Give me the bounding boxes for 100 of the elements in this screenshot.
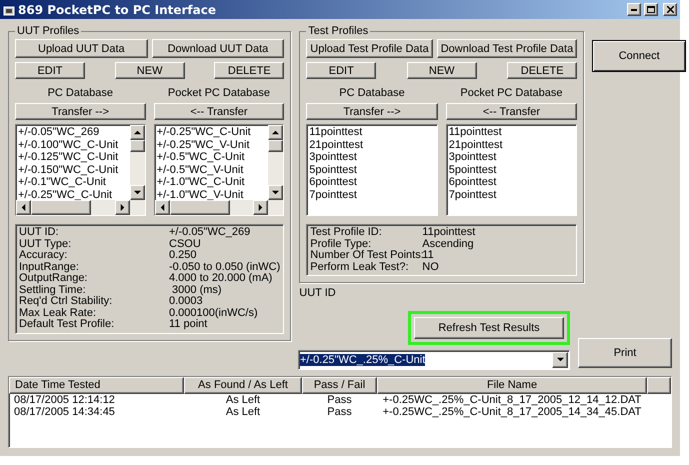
- detail-label: Max Leak Rate:: [19, 308, 98, 319]
- list-item[interactable]: +/-0.5"WC_V-Unit: [156, 164, 266, 176]
- left-arrow-icon: [158, 204, 166, 211]
- vertical-scrollbar[interactable]: [130, 125, 145, 200]
- list-item[interactable]: +/-0.125"WC_C-Unit: [18, 151, 128, 164]
- upload-button[interactable]: Upload UUT Data: [15, 39, 148, 58]
- detail-value: CSOU: [169, 238, 202, 250]
- download-button[interactable]: Download Test Profile Data: [436, 39, 578, 58]
- detail-value: -0.050 to 0.050 (inWC): [169, 262, 280, 273]
- right-arrow-icon: [118, 204, 126, 211]
- list-item[interactable]: +/-1.0"WC_V-Unit: [156, 188, 266, 200]
- detail-value: 0.0003: [169, 296, 203, 308]
- detail-label: Default Test Profile:: [19, 319, 116, 330]
- connect-button[interactable]: Connect: [592, 40, 686, 72]
- detail-value: 3000 (ms): [172, 284, 223, 296]
- scroll-thumb[interactable]: [268, 140, 284, 152]
- horizontal-scrollbar[interactable]: [154, 200, 284, 215]
- print-button[interactable]: Print: [578, 338, 672, 368]
- detail-label: Number Of Test Points:: [310, 250, 422, 262]
- column-header[interactable]: Date Time Tested: [9, 376, 184, 394]
- list-item[interactable]: 6pointtest: [309, 176, 435, 188]
- download-button[interactable]: Download UUT Data: [152, 39, 284, 58]
- list-item[interactable]: 6pointtest: [448, 176, 574, 188]
- scroll-thumb[interactable]: [170, 200, 230, 215]
- up-arrow-icon: [272, 129, 280, 136]
- action-button[interactable]: EDIT: [15, 62, 85, 79]
- detail-label: Settling Time:: [19, 284, 87, 296]
- list-item[interactable]: +/-0.05"WC_269: [18, 126, 128, 138]
- list-box[interactable]: 11pointtest 21pointtest 3pointtest 5pointtest 6pointtest 7pointtest: [446, 124, 578, 216]
- list-item[interactable]: 11pointtest: [448, 126, 574, 138]
- detail-value: NO: [422, 262, 440, 273]
- list-box[interactable]: +/-0.05"WC_269 +/-0.100"WC_C-Unit +/-0.125"WC_C-Unit +/-0.150"WC_C-Unit +/-0.1"WC_C-Unit +/-0.25"WC_C-Unit: [15, 124, 146, 216]
- list-item[interactable]: +/-1.0"WC_C-Unit: [156, 176, 266, 188]
- window-title: 869 PocketPC to PC Interface: [18, 2, 217, 16]
- table-cell-text: Pass: [326, 406, 353, 418]
- down-arrow-icon: [134, 189, 141, 196]
- app-icon: [3, 4, 15, 16]
- table-cell-text: Pass: [326, 394, 353, 406]
- list-item[interactable]: +/-0.25"WC_C-Unit: [18, 188, 128, 200]
- table-cell-text: As Left: [224, 394, 262, 406]
- action-button[interactable]: DELETE: [507, 62, 578, 79]
- list-item[interactable]: +/-0.25"WC_C-Unit: [156, 126, 266, 138]
- transfer-button[interactable]: <-- Transfer: [154, 103, 284, 120]
- maximize-icon: [647, 6, 655, 13]
- table-cell-text: As Left: [224, 406, 262, 418]
- detail-value: 0.250: [169, 250, 198, 262]
- detail-value: 11pointtest: [422, 227, 476, 238]
- list-item[interactable]: 5pointtest: [309, 164, 435, 176]
- list-item[interactable]: 3pointtest: [448, 151, 574, 164]
- table-cell-text: 08/17/2005 12:14:12: [13, 394, 116, 406]
- detail-label: Test Profile ID:: [310, 227, 383, 238]
- list-item[interactable]: +/-0.150"WC_C-Unit: [18, 164, 128, 176]
- table-cell-text: +-0.25WC_.25%_C-Unit_8_17_2005_14_34_45.DAT: [382, 406, 642, 418]
- list-item[interactable]: +/-0.1"WC_C-Unit: [18, 176, 128, 188]
- refresh-button[interactable]: Refresh Test Results: [414, 316, 564, 338]
- list-item[interactable]: 21pointtest: [448, 138, 574, 151]
- transfer-button[interactable]: Transfer -->: [306, 103, 438, 120]
- column-header[interactable]: File Name: [377, 376, 647, 394]
- close-button[interactable]: [663, 3, 677, 16]
- close-icon: [666, 6, 674, 13]
- list-item[interactable]: 21pointtest: [309, 138, 435, 151]
- list-item[interactable]: 5pointtest: [448, 164, 574, 176]
- upload-button[interactable]: Upload Test Profile Data: [306, 39, 433, 58]
- list-box[interactable]: +/-0.25"WC_C-Unit +/-0.25"WC_V-Unit +/-0.5"WC_C-Unit +/-0.5"WC_V-Unit +/-1.0"WC_C-Unit +/-1.0"WC_V-Unit: [154, 124, 284, 216]
- detail-value: 4.000 to 20.000 (mA): [169, 273, 272, 284]
- action-button[interactable]: NEW: [114, 62, 185, 79]
- action-button[interactable]: NEW: [406, 62, 477, 79]
- list-item[interactable]: +/-0.5"WC_C-Unit: [156, 151, 266, 164]
- detail-label: Profile Type:: [310, 238, 372, 250]
- column-header[interactable]: Pass / Fail: [302, 376, 377, 394]
- list-item[interactable]: 7pointtest: [448, 188, 574, 201]
- horizontal-scrollbar[interactable]: [16, 200, 145, 215]
- action-button[interactable]: EDIT: [306, 62, 376, 79]
- vertical-scrollbar[interactable]: [268, 125, 284, 200]
- detail-label: UUT ID:: [19, 227, 60, 238]
- database-heading: Pocket PC Database: [166, 87, 272, 99]
- detail-label: Accuracy:: [19, 250, 68, 262]
- list-item[interactable]: 3pointtest: [309, 151, 435, 164]
- list-item[interactable]: +/-0.25"WC_V-Unit: [156, 138, 266, 151]
- table-cell-text: 08/17/2005 14:34:45: [13, 406, 116, 418]
- minimize-button[interactable]: [627, 3, 641, 16]
- scroll-thumb[interactable]: [31, 200, 91, 215]
- detail-value: Ascending: [422, 238, 475, 250]
- transfer-button[interactable]: Transfer -->: [15, 103, 146, 120]
- list-item[interactable]: 11pointtest: [309, 126, 435, 138]
- scroll-thumb[interactable]: [130, 140, 145, 152]
- detail-label: Req'd Ctrl Stability:: [19, 296, 114, 308]
- database-heading: PC Database: [46, 87, 114, 99]
- list-item[interactable]: +/-0.100"WC_C-Unit: [18, 138, 128, 151]
- detail-value: +/-0.05"WC_269: [169, 227, 252, 238]
- column-header[interactable]: As Found / As Left: [184, 376, 302, 394]
- list-box[interactable]: 11pointtest 21pointtest 3pointtest 5pointtest 6pointtest 7pointtest: [306, 124, 438, 216]
- transfer-button[interactable]: <-- Transfer: [446, 103, 578, 120]
- uut-id-combo[interactable]: +/-0.25"WC_.25%_C-Unit: [298, 350, 570, 370]
- right-arrow-icon: [257, 204, 264, 211]
- detail-label: InputRange:: [19, 262, 79, 272]
- maximize-button[interactable]: [644, 3, 658, 16]
- action-button[interactable]: DELETE: [214, 62, 284, 79]
- list-item[interactable]: 7pointtest: [309, 188, 435, 201]
- detail-value: 11: [422, 250, 434, 262]
